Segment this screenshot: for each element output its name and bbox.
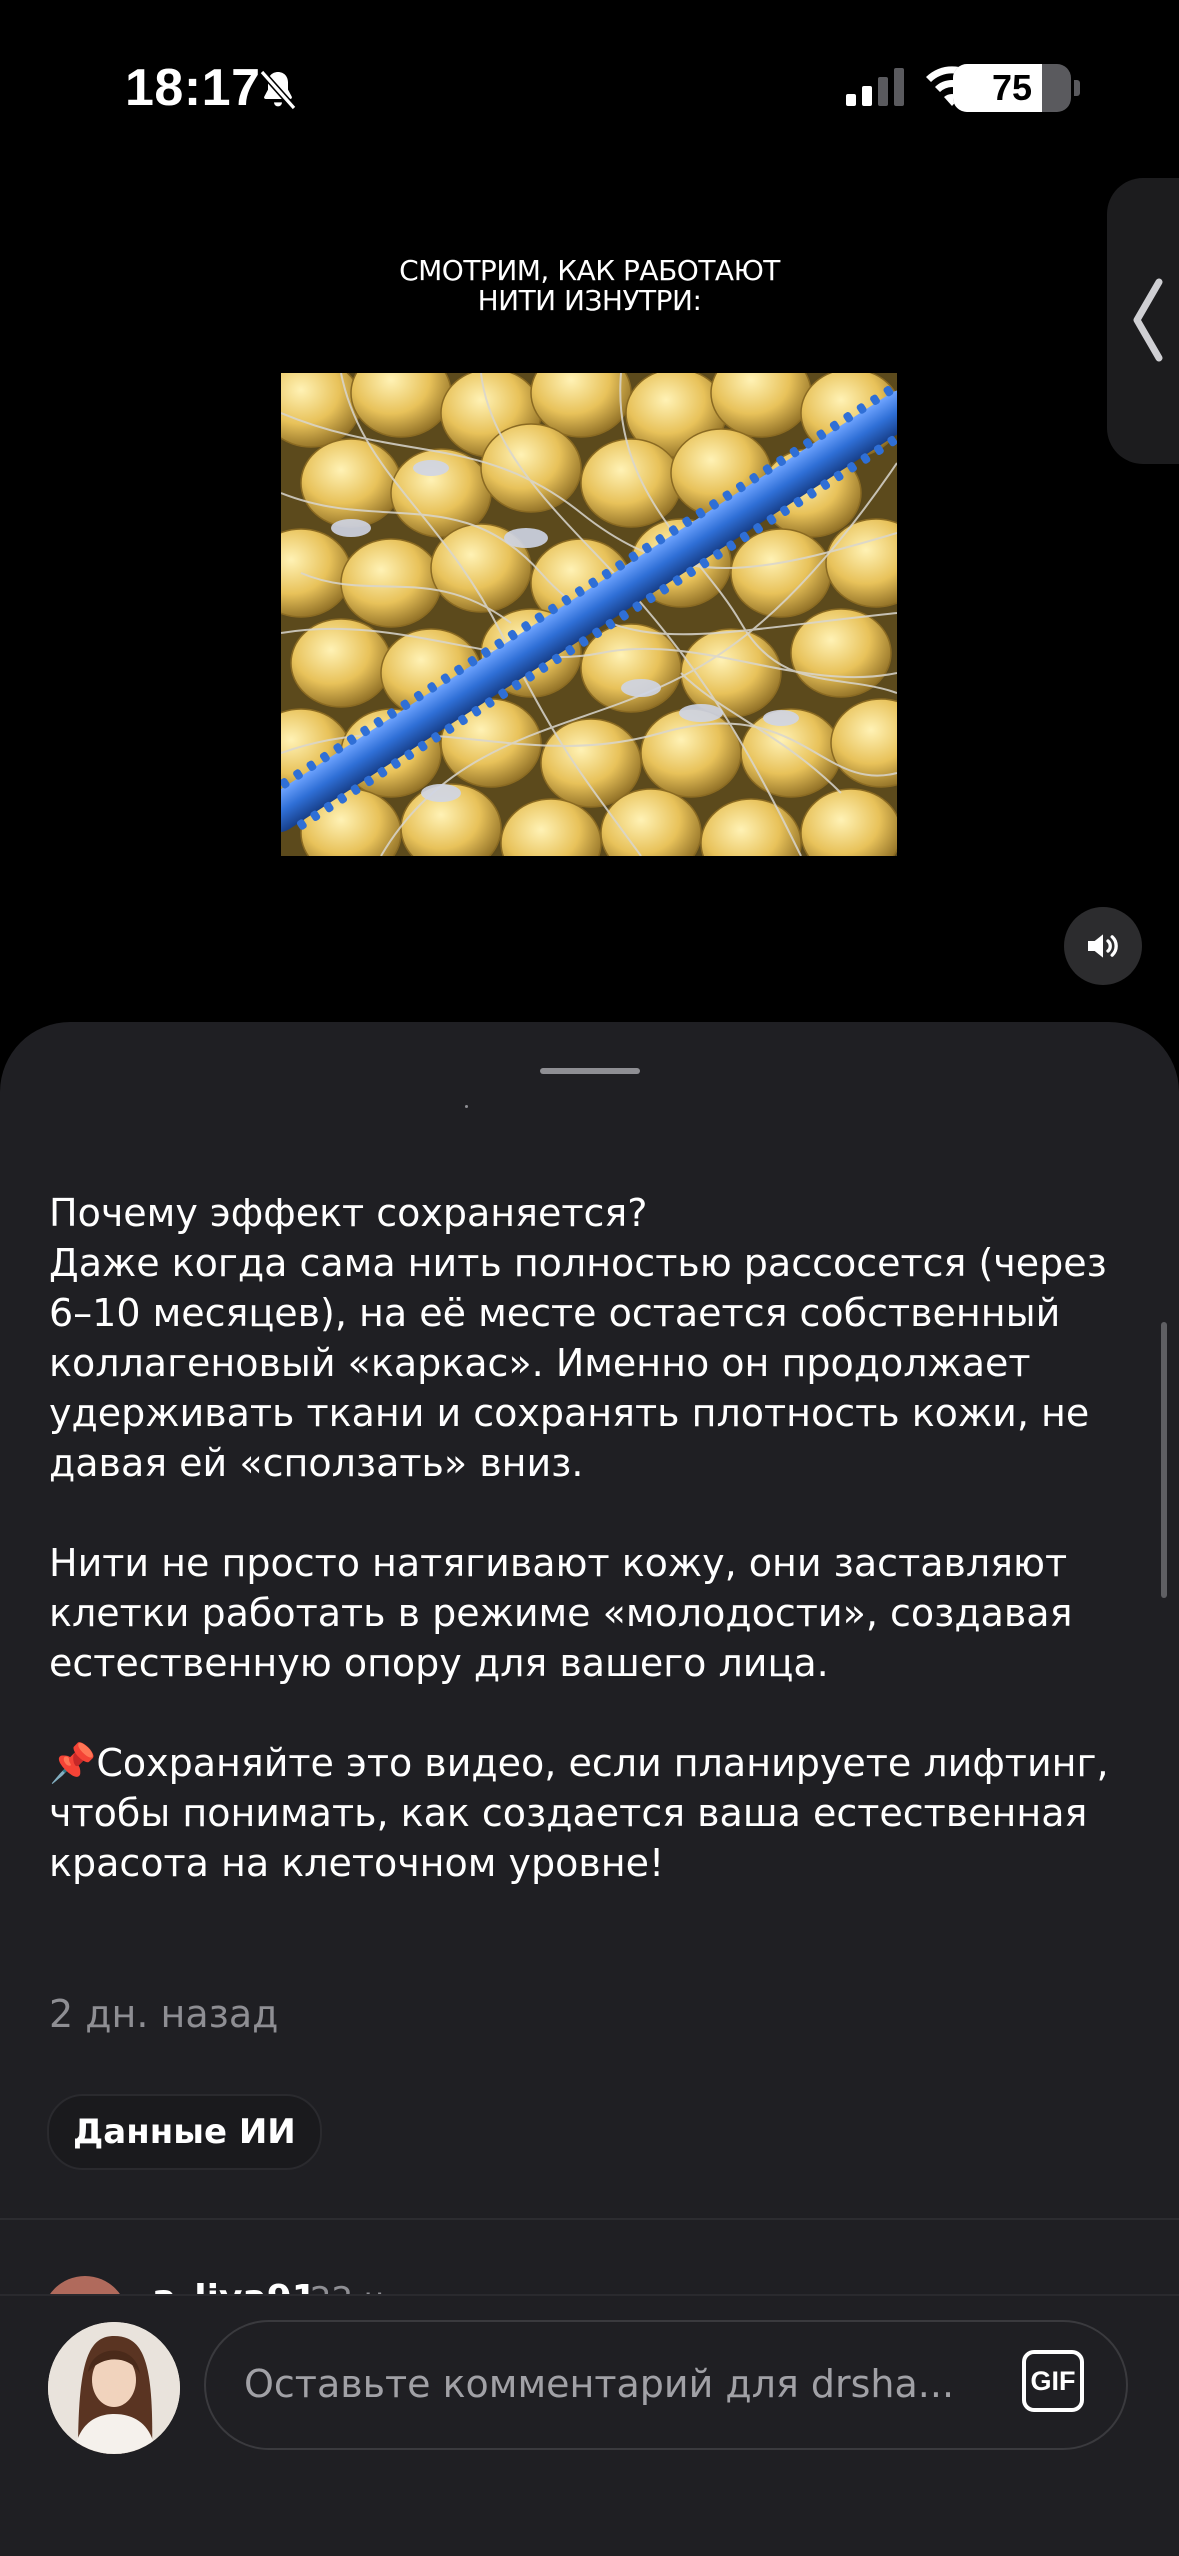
post-caption: Почему эффект сохраняется? Даже когда са… [49, 1188, 1139, 1888]
caption-paragraph: 📌Сохраняйте это видео, если планируете л… [49, 1741, 1109, 1885]
profile-photo [48, 2322, 180, 2454]
battery-percentage: 75 [991, 67, 1033, 108]
caption-heading: Почему эффект сохраняется? [49, 1191, 648, 1235]
battery-icon: 75 [953, 64, 1081, 112]
comment-input[interactable]: Оставьте комментарий для drsha... GIF [204, 2320, 1128, 2450]
thread-cells-illustration [281, 373, 897, 856]
comment-item[interactable]: a_liya91 22 ч [0, 2248, 1179, 2296]
status-bar: 18:17 75 [0, 0, 1179, 170]
comment-composer: Оставьте комментарий для drsha... GIF [0, 2294, 1179, 2556]
speaker-on-icon [1088, 934, 1118, 958]
video-caption: СМОТРИМ, КАК РАБОТАЮТ НИТИ ИЗНУТРИ: [0, 256, 1179, 316]
divider [0, 2218, 1179, 2220]
caption-paragraph: Даже когда сама нить полностью рассосетс… [49, 1241, 1107, 1485]
gif-button[interactable]: GIF [1022, 2350, 1084, 2412]
video-frame[interactable] [281, 373, 897, 856]
side-panel-tab[interactable] [1107, 178, 1179, 464]
loading-dot [465, 1105, 468, 1108]
cellular-signal-icon [846, 68, 904, 106]
post-timestamp: 2 дн. назад [49, 1992, 279, 2036]
avatar[interactable] [48, 2322, 180, 2454]
sheet-grabber[interactable] [540, 1068, 640, 1074]
video-caption-line-1: СМОТРИМ, КАК РАБОТАЮТ [399, 254, 780, 287]
bell-slash-icon [259, 69, 297, 111]
avatar[interactable] [42, 2276, 128, 2296]
comment-input-placeholder: Оставьте комментарий для drsha... [244, 2362, 955, 2406]
chevron-left-icon [1133, 278, 1163, 362]
ai-info-button[interactable]: Данные ИИ [47, 2094, 322, 2170]
video-caption-line-2: НИТИ ИЗНУТРИ: [477, 284, 702, 317]
scrollbar[interactable] [1161, 1322, 1167, 1598]
sound-toggle-button[interactable] [1064, 907, 1142, 985]
caption-paragraph: Нити не просто натягивают кожу, они заст… [49, 1541, 1073, 1685]
status-time: 18:17 [125, 59, 261, 117]
comments-sheet[interactable]: Почему эффект сохраняется? Даже когда са… [0, 1022, 1179, 2556]
